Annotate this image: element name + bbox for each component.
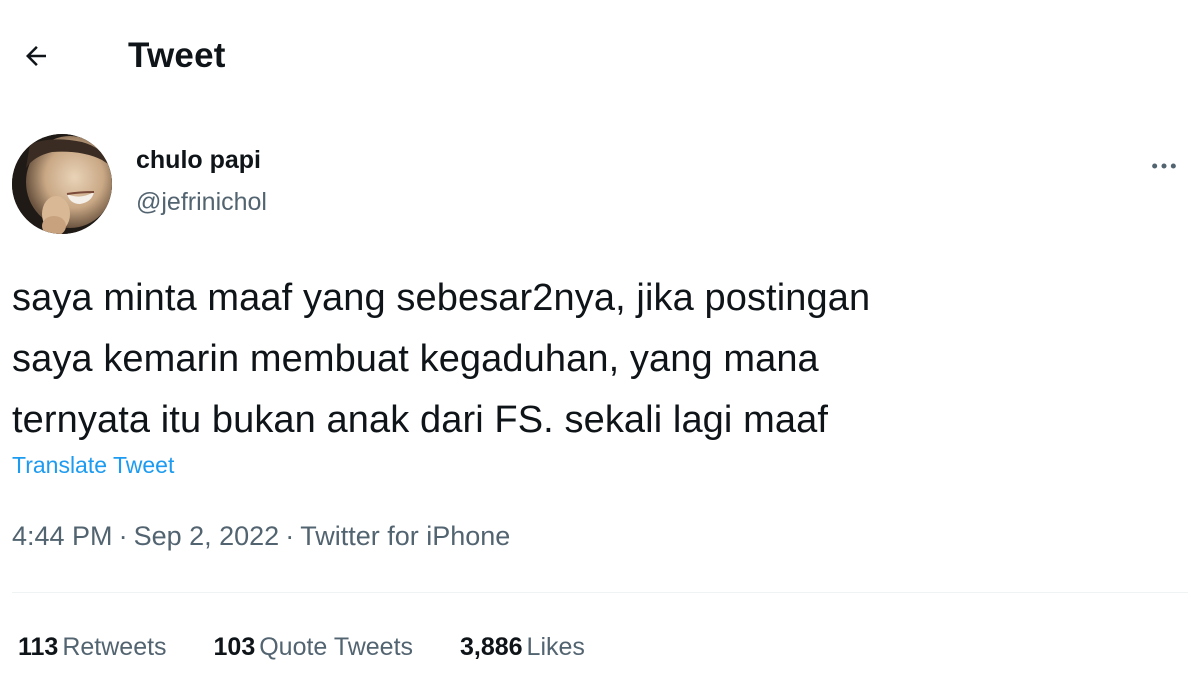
likes-label: Likes (526, 633, 585, 661)
tweet-meta: 4:44 PM · Sep 2, 2022 · Twitter for iPhone (12, 518, 510, 554)
tweet-page: Tweet chulo papi @jefrinichol saya minta… (0, 0, 1200, 675)
quote-tweets-stat[interactable]: 103 Quote Tweets (214, 630, 414, 664)
user-handle[interactable]: @jefrinichol (136, 186, 267, 218)
more-options-button[interactable] (1140, 142, 1188, 190)
tweet-time[interactable]: 4:44 PM (12, 521, 113, 551)
tweet-author: chulo papi @jefrinichol (12, 134, 1188, 236)
avatar[interactable] (12, 134, 112, 234)
retweets-stat[interactable]: 113 Retweets (18, 630, 167, 664)
page-header: Tweet (0, 26, 1200, 90)
retweets-count: 113 (18, 633, 59, 661)
tweet-date[interactable]: Sep 2, 2022 (134, 521, 280, 551)
translate-tweet-link[interactable]: Translate Tweet (12, 450, 174, 480)
likes-stat[interactable]: 3,886 Likes (460, 630, 585, 664)
display-name[interactable]: chulo papi (136, 144, 261, 176)
tweet-source[interactable]: Twitter for iPhone (300, 521, 510, 551)
back-button[interactable] (14, 34, 58, 78)
avatar-photo (12, 134, 112, 234)
divider (12, 592, 1188, 593)
quote-tweets-label: Quote Tweets (259, 633, 414, 661)
meta-separator: · (118, 521, 128, 551)
meta-separator: · (285, 521, 295, 551)
tweet-text: saya minta maaf yang sebesar2nya, jika p… (12, 277, 871, 441)
retweets-label: Retweets (62, 633, 167, 661)
quote-tweets-count: 103 (213, 633, 256, 661)
tweet-stats: 113 Retweets 103 Quote Tweets 3,886 Likes (18, 630, 625, 664)
page-title: Tweet (128, 36, 226, 75)
likes-count: 3,886 (459, 633, 523, 661)
more-horizontal-icon (1152, 163, 1176, 169)
arrow-left-icon (26, 46, 46, 66)
